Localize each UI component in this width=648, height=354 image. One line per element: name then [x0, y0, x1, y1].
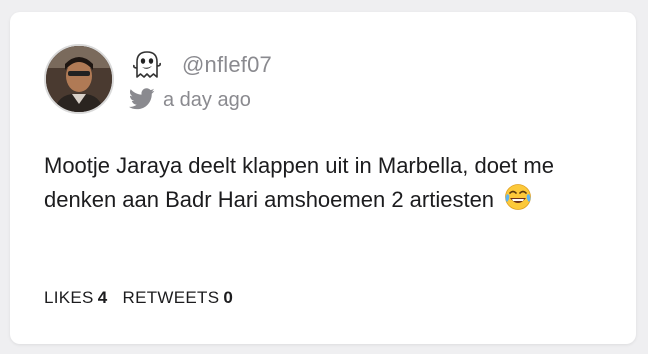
- tweet-text: Mootje Jaraya deelt klappen uit in Marbe…: [44, 153, 554, 212]
- retweets-label: RETWEETS: [122, 288, 220, 307]
- ghost-icon: [131, 50, 163, 80]
- face-with-tears-of-joy-icon: [504, 183, 532, 211]
- likes-count: 4: [97, 288, 108, 307]
- likes-label: LIKES: [44, 288, 94, 307]
- retweets-count: 0: [223, 288, 234, 307]
- retweets-stat[interactable]: RETWEETS 0: [123, 288, 234, 308]
- tweet-card: @nflef07 a day ago Mootje Jaraya deelt k…: [10, 12, 636, 344]
- avatar[interactable]: [44, 44, 114, 114]
- likes-stat[interactable]: LIKES 4: [44, 288, 107, 308]
- tweet-stats: LIKES 4 RETWEETS 0: [44, 288, 243, 308]
- tweet-timestamp[interactable]: a day ago: [163, 89, 251, 112]
- twitter-bird-icon: [128, 88, 155, 110]
- tweet-text-container: Mootje Jaraya deelt klappen uit in Marbe…: [44, 149, 604, 217]
- user-handle[interactable]: @nflef07: [182, 52, 272, 78]
